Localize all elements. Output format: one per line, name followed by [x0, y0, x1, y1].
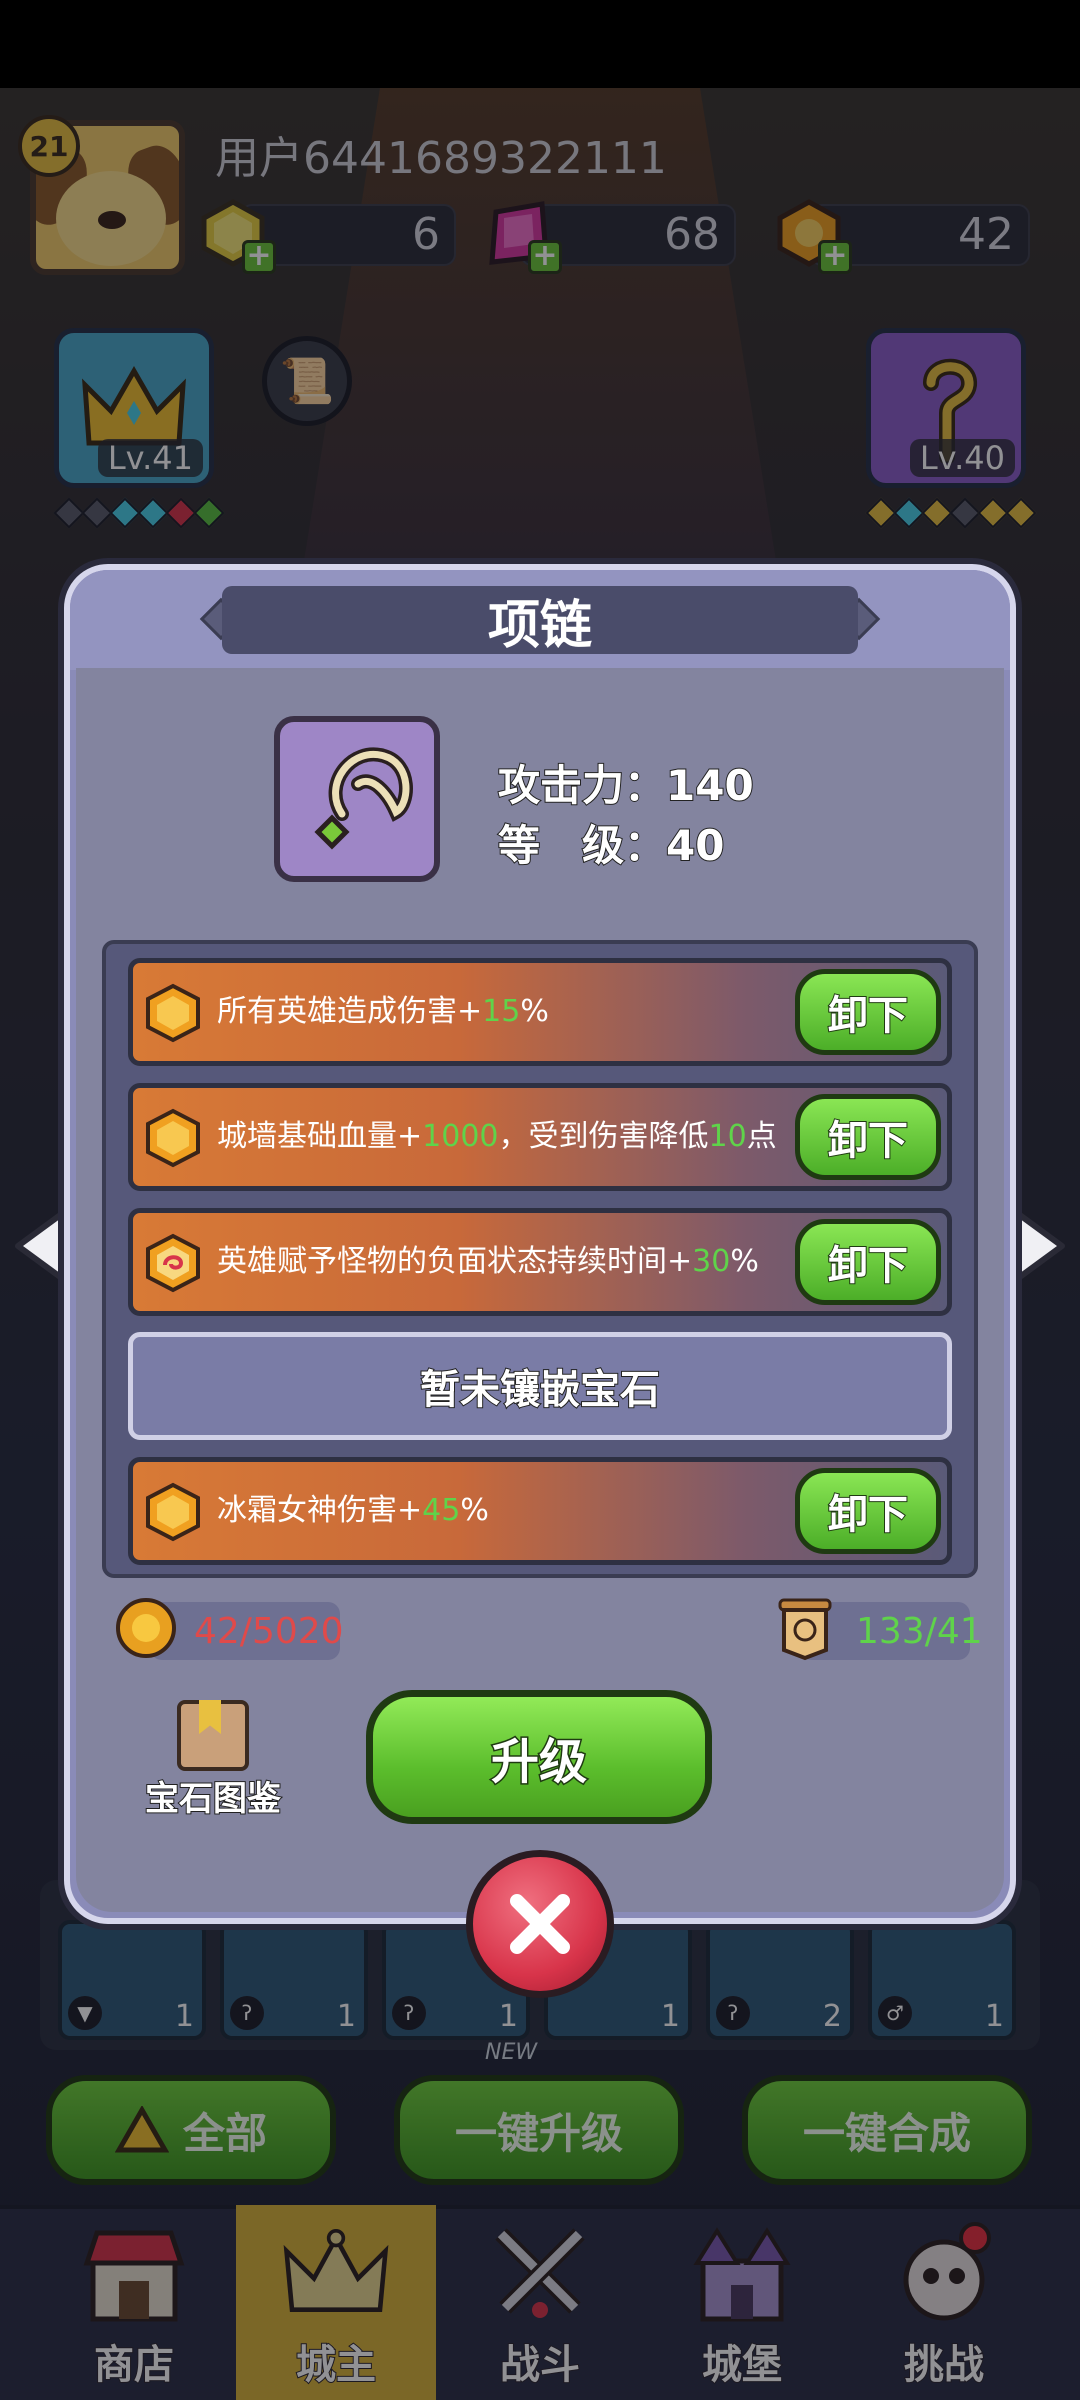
gem-slot-5-description: 冰霜女神伤害+45% [217, 1493, 489, 1528]
close-button[interactable] [466, 1850, 614, 1998]
scroll-icon [774, 1596, 836, 1662]
gold-cost: 42/5020 [150, 1602, 344, 1660]
gem-slot-5: 冰霜女神伤害+45% 卸下 [128, 1457, 952, 1565]
hexagon-gem-icon [146, 1108, 200, 1168]
dialog-title: 项链 [487, 595, 592, 656]
attack-value: 140 [665, 760, 755, 811]
empty-gem-slot[interactable]: 暂未镶嵌宝石 [128, 1332, 952, 1440]
hexagon-gem-icon [146, 1482, 200, 1542]
hexagon-gem-icon [146, 983, 200, 1043]
close-icon [510, 1894, 570, 1954]
gem-slot-2: 城墙基础血量+1000，受到伤害降低10点 卸下 [128, 1083, 952, 1191]
upgrade-button[interactable]: 升级 [366, 1690, 712, 1824]
book-icon [177, 1700, 249, 1771]
unequip-button[interactable]: 卸下 [795, 1468, 941, 1554]
unequip-button[interactable]: 卸下 [795, 1094, 941, 1180]
unequip-button[interactable]: 卸下 [795, 969, 941, 1055]
gem-slot-3-description: 英雄赋予怪物的负面状态持续时间+30% [217, 1244, 759, 1279]
swirl-gem-icon [146, 1233, 200, 1293]
level-label: 等 级： [497, 820, 667, 871]
gem-slot-2-description: 城墙基础血量+1000，受到伤害降低10点 [217, 1119, 777, 1154]
gem-slot-1-description: 所有英雄造成伤害+15% [217, 994, 549, 1029]
level-stat: 等 级：40 [497, 812, 725, 873]
gold-coin-icon [116, 1598, 176, 1658]
gem-codex-button[interactable]: 宝石图鉴 [138, 1700, 288, 1820]
dialog-title-bar: 项链 [222, 586, 858, 656]
attack-stat: 攻击力：140 [497, 752, 755, 813]
gem-slot-1: 所有英雄造成伤害+15% 卸下 [128, 958, 952, 1066]
level-value: 40 [665, 820, 725, 871]
necklace-icon [314, 747, 413, 850]
attack-label: 攻击力： [497, 760, 667, 811]
necklace-item-frame [274, 716, 440, 882]
gem-slot-3: 英雄赋予怪物的负面状态持续时间+30% 卸下 [128, 1208, 952, 1316]
unequip-button[interactable]: 卸下 [795, 1219, 941, 1305]
status-bar [0, 0, 1080, 88]
gem-codex-label: 宝石图鉴 [144, 1778, 282, 1820]
